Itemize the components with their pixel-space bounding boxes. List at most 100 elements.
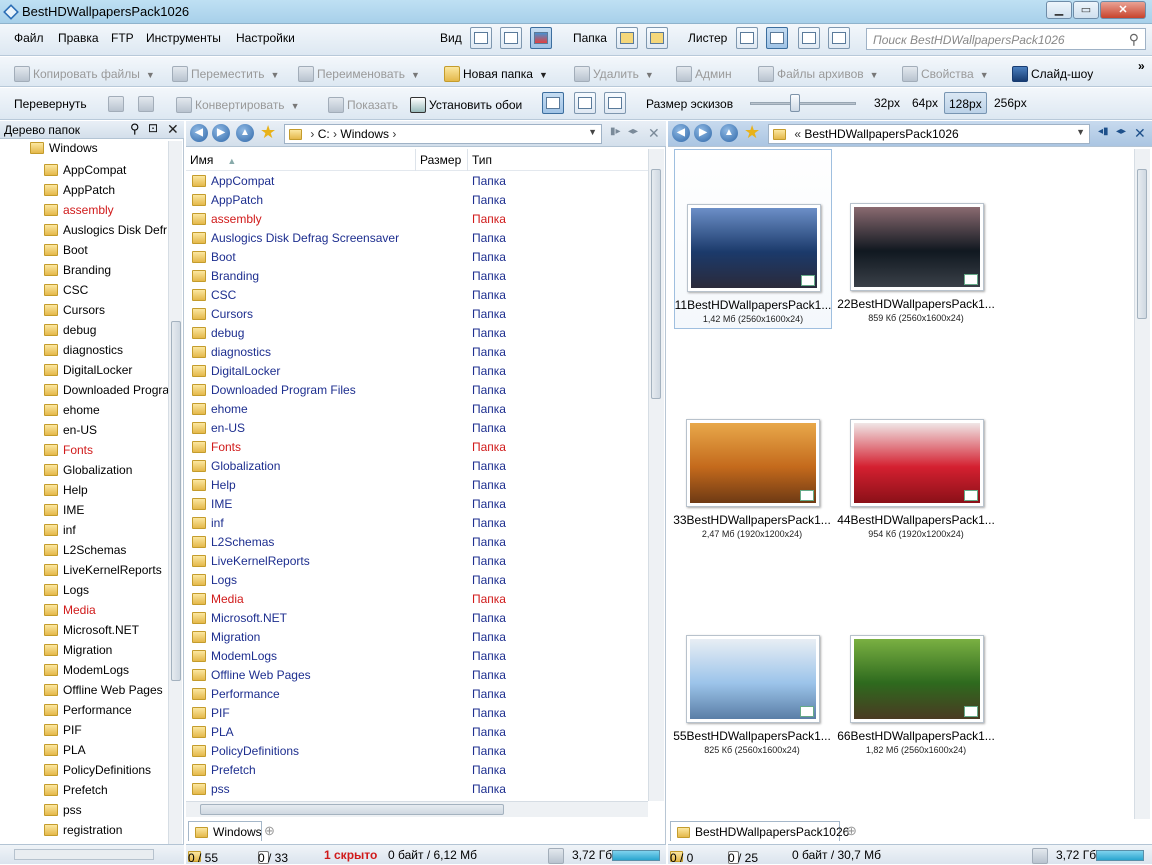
menu-settings[interactable]: Настройки bbox=[236, 31, 295, 45]
thumbnail-image[interactable] bbox=[686, 635, 820, 723]
pane-sync-icon[interactable]: ▮▸ bbox=[610, 126, 621, 137]
right-back-icon[interactable]: ◀ bbox=[672, 124, 690, 142]
file-row[interactable]: ModemLogs Папка bbox=[186, 647, 646, 666]
file-row[interactable]: Prefetch Папка bbox=[186, 761, 646, 780]
right-tab-wallpapers[interactable]: BestHDWallpapersPack1026 bbox=[670, 821, 849, 841]
filmstrip-button[interactable] bbox=[604, 92, 626, 114]
tree-item[interactable]: L2Schemas bbox=[44, 543, 126, 563]
sort-button[interactable] bbox=[542, 92, 564, 114]
tree-item[interactable]: debug bbox=[44, 323, 96, 343]
file-row[interactable]: debug Папка bbox=[186, 324, 646, 343]
tree-item[interactable]: Prefetch bbox=[44, 783, 108, 803]
tree-item[interactable]: pss bbox=[44, 803, 82, 823]
tree-search-icon[interactable]: ⚲ bbox=[130, 121, 140, 137]
tree-item[interactable]: PLA bbox=[44, 743, 86, 763]
copy-files-button[interactable]: Копировать файлы ▼ bbox=[14, 66, 155, 82]
thumb-size-slider-handle[interactable] bbox=[790, 94, 800, 112]
left-hscroll-thumb[interactable] bbox=[200, 804, 504, 815]
size-32-button[interactable]: 32px bbox=[870, 92, 904, 114]
tree-item[interactable]: DigitalLocker bbox=[44, 363, 132, 383]
file-row[interactable]: Logs Папка bbox=[186, 571, 646, 590]
up-icon[interactable]: ▲ bbox=[236, 124, 254, 142]
file-row[interactable]: diagnostics Папка bbox=[186, 343, 646, 362]
thumbnail-image[interactable] bbox=[686, 419, 820, 507]
set-wallpaper-button[interactable]: Установить обои bbox=[410, 97, 522, 113]
file-row[interactable]: DigitalLocker Папка bbox=[186, 362, 646, 381]
left-new-tab-icon[interactable]: ⊕ bbox=[264, 823, 275, 839]
col-type[interactable]: Тип bbox=[468, 149, 648, 171]
thumbnail-image[interactable] bbox=[850, 203, 984, 291]
back-icon[interactable]: ◀ bbox=[190, 124, 208, 142]
file-row[interactable]: Microsoft.NET Папка bbox=[186, 609, 646, 628]
tree-item[interactable]: diagnostics bbox=[44, 343, 123, 363]
file-row[interactable]: CSC Папка bbox=[186, 286, 646, 305]
rotate-left-icon[interactable] bbox=[108, 96, 124, 112]
tree-hscrollbar[interactable] bbox=[14, 849, 154, 860]
left-tab-windows[interactable]: Windows bbox=[188, 821, 262, 841]
slideshow-button[interactable]: Слайд-шоу bbox=[1012, 66, 1093, 82]
menu-ftp[interactable]: FTP bbox=[111, 31, 134, 45]
delete-button[interactable]: Удалить ▼ bbox=[574, 66, 654, 82]
tree-item[interactable]: LiveKernelReports bbox=[44, 563, 162, 583]
thumbnail-item[interactable]: 22BestHDWallpapersPack1... 859 Кб (2560x1… bbox=[837, 149, 996, 329]
search-icon[interactable]: ⚲ bbox=[1129, 31, 1139, 48]
path-dropdown-icon[interactable]: ▼ bbox=[588, 127, 597, 137]
tree-item[interactable]: assembly bbox=[44, 203, 114, 223]
forward-icon[interactable]: ▶ bbox=[212, 124, 230, 142]
right-forward-icon[interactable]: ▶ bbox=[694, 124, 712, 142]
file-row[interactable]: Boot Папка bbox=[186, 248, 646, 267]
view-thumbnails-button[interactable] bbox=[530, 27, 552, 49]
tree-item[interactable]: AppPatch bbox=[44, 183, 115, 203]
file-row[interactable]: assembly Папка bbox=[186, 210, 646, 229]
pane-swap-icon[interactable]: ◂▸ bbox=[628, 126, 638, 137]
minimize-button[interactable]: ▁ bbox=[1046, 1, 1072, 19]
right-pane-sync-icon[interactable]: ◂▮ bbox=[1098, 126, 1109, 137]
new-folder-button[interactable]: Новая папка ▼ bbox=[444, 66, 548, 82]
archives-button[interactable]: Файлы архивов ▼ bbox=[758, 66, 879, 82]
thumbnail-image[interactable] bbox=[850, 635, 984, 723]
folder-dual-button[interactable] bbox=[646, 27, 668, 49]
show-button[interactable]: Показать bbox=[328, 97, 398, 113]
tree-item[interactable]: CSC bbox=[44, 283, 88, 303]
view-list-button[interactable] bbox=[500, 27, 522, 49]
tree-item[interactable]: inf bbox=[44, 523, 76, 543]
right-path-crumb[interactable]: BestHDWallpapersPack1026 bbox=[804, 127, 958, 141]
file-row[interactable]: Performance Папка bbox=[186, 685, 646, 704]
rename-button[interactable]: Переименовать ▼ bbox=[298, 66, 420, 82]
favorites-star-icon[interactable]: ★ bbox=[260, 122, 276, 143]
tree-item-root[interactable]: Windows bbox=[30, 141, 98, 161]
left-vscroll-thumb[interactable] bbox=[651, 169, 661, 399]
tree-pin-icon[interactable]: ⊡ bbox=[148, 121, 158, 135]
left-vscrollbar[interactable] bbox=[648, 149, 664, 801]
path-crumb-drive[interactable]: C: bbox=[318, 127, 330, 141]
file-row[interactable]: AppPatch Папка bbox=[186, 191, 646, 210]
thumbnail-item[interactable]: 66BestHDWallpapersPack1... 1,82 Мб (2560x… bbox=[837, 581, 996, 761]
right-up-icon[interactable]: ▲ bbox=[720, 124, 738, 142]
tree-item[interactable]: IME bbox=[44, 503, 84, 523]
flip-button[interactable]: Перевернуть bbox=[14, 97, 87, 111]
file-row[interactable]: inf Папка bbox=[186, 514, 646, 533]
close-button[interactable]: ✕ bbox=[1100, 1, 1146, 19]
tree-item[interactable]: Globalization bbox=[44, 463, 132, 483]
size-64-button[interactable]: 64px bbox=[908, 92, 942, 114]
col-name[interactable]: Имя ▲ bbox=[186, 149, 416, 171]
file-row[interactable]: en-US Папка bbox=[186, 419, 646, 438]
tree-item[interactable]: Media bbox=[44, 603, 96, 623]
file-row[interactable]: L2Schemas Папка bbox=[186, 533, 646, 552]
col-size[interactable]: Размер bbox=[416, 149, 468, 171]
file-row[interactable]: Downloaded Program Files Папка bbox=[186, 381, 646, 400]
path-crumb-windows[interactable]: Windows bbox=[340, 127, 389, 141]
lister-preview-button[interactable] bbox=[828, 27, 850, 49]
tree-item[interactable]: Microsoft.NET bbox=[44, 623, 139, 643]
menu-edit[interactable]: Правка bbox=[58, 31, 99, 45]
thumbnail-item[interactable]: 11BestHDWallpapersPack1... 1,42 Мб (2560x… bbox=[674, 149, 832, 329]
view-details-button[interactable] bbox=[470, 27, 492, 49]
size-256-button[interactable]: 256px bbox=[990, 92, 1031, 114]
right-vscrollbar[interactable] bbox=[1134, 149, 1150, 819]
tree-item[interactable]: Cursors bbox=[44, 303, 105, 323]
tree-item[interactable]: Downloaded Progra bbox=[44, 383, 168, 403]
folder-tree-button[interactable] bbox=[616, 27, 638, 49]
lister-horizontal-button[interactable] bbox=[798, 27, 820, 49]
menu-file[interactable]: Файл bbox=[14, 31, 44, 45]
tree-item[interactable]: AppCompat bbox=[44, 163, 126, 183]
